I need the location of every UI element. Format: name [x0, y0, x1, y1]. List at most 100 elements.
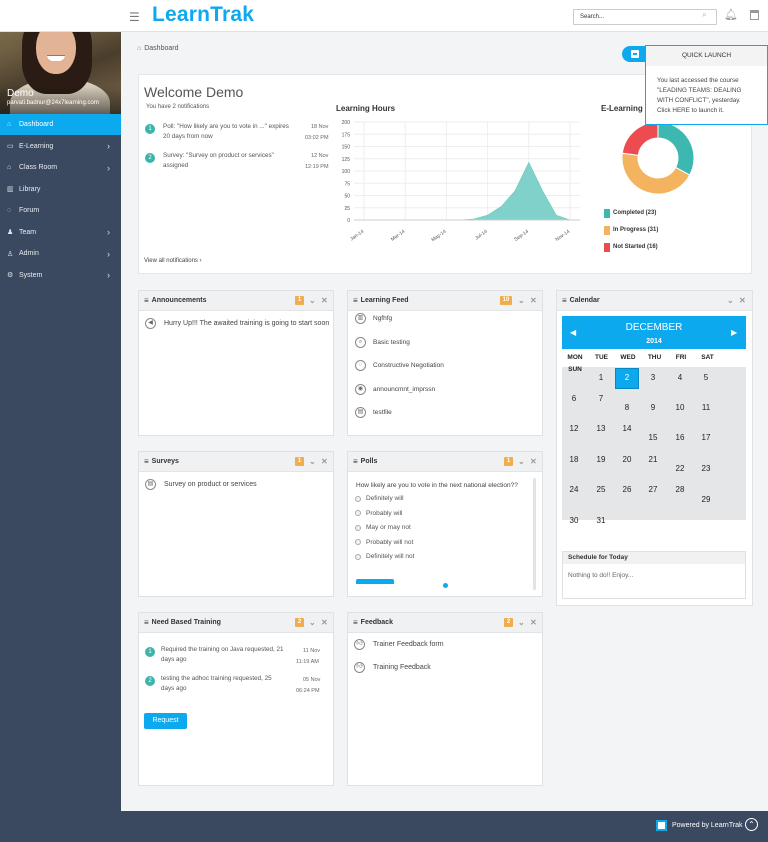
calendar-date[interactable]: 24 — [561, 485, 587, 494]
poll-option[interactable]: May or may not — [355, 524, 411, 531]
feed-item[interactable]: Ngfhfg — [373, 315, 392, 322]
poll-option[interactable]: Probably will not — [355, 539, 413, 546]
radio-button[interactable] — [355, 539, 361, 545]
feedback-item[interactable]: Trainer Feedback form — [373, 641, 444, 648]
calendar-date[interactable]: 4 — [667, 373, 693, 382]
drag-handle-icon[interactable]: ≡ — [353, 457, 358, 466]
donut-slice-not-started[interactable] — [621, 121, 659, 156]
feed-item[interactable]: testfile — [373, 409, 392, 416]
training-text[interactable]: testing the adhoc training requested, 25 — [161, 675, 272, 682]
calendar-date[interactable]: 23 — [693, 464, 719, 473]
calendar-date[interactable]: 18 — [561, 455, 587, 464]
calendar-date[interactable]: 30 — [561, 516, 587, 525]
notification-text[interactable]: Poll: "How likely are you to vote in ...… — [163, 123, 289, 130]
drag-handle-icon[interactable]: ≡ — [562, 296, 567, 305]
feed-item[interactable]: announcmnt_imprssn — [373, 386, 435, 393]
collapse-icon[interactable]: ⌄ — [309, 618, 316, 627]
sidebar-item-class-room[interactable]: ⌂ Class Room › — [0, 157, 121, 178]
collapse-icon[interactable]: ⌄ — [727, 296, 734, 305]
calendar-date[interactable]: 8 — [614, 403, 640, 412]
sidebar-item-library[interactable]: ▥ Library — [0, 179, 121, 200]
calendar-date[interactable]: 22 — [667, 464, 693, 473]
calendar-date[interactable]: 17 — [693, 433, 719, 442]
breadcrumb-dashboard[interactable]: Dashboard — [144, 45, 178, 52]
brand-logo[interactable]: LearnTrak — [152, 3, 254, 27]
calendar-date[interactable]: 3 — [640, 373, 666, 382]
announcement-item[interactable]: Hurry Up!!! The awaited training is goin… — [164, 320, 329, 327]
calendar-date[interactable]: 26 — [614, 485, 640, 494]
close-icon[interactable]: ✕ — [530, 296, 537, 305]
poll-scrollbar[interactable] — [533, 478, 536, 590]
calendar-date[interactable]: 7 — [588, 394, 614, 403]
drag-handle-icon[interactable]: ≡ — [144, 296, 149, 305]
poll-vote-button[interactable] — [356, 579, 394, 584]
search-input[interactable]: Search... — [573, 9, 717, 25]
calendar-date[interactable]: 14 — [614, 424, 640, 433]
calendar-date[interactable]: 21 — [640, 455, 666, 464]
calendar-date[interactable]: 29 — [693, 495, 719, 504]
home-icon[interactable]: ⌂ — [137, 45, 141, 52]
calendar-date[interactable]: 12 — [561, 424, 587, 433]
calendar-date[interactable]: 11 — [693, 403, 719, 412]
poll-option[interactable]: Probably will — [355, 510, 403, 517]
calendar-date[interactable]: 5 — [693, 373, 719, 382]
feedback-item[interactable]: Training Feedback — [373, 664, 431, 671]
drag-handle-icon[interactable]: ≡ — [353, 618, 358, 627]
calendar-date[interactable]: 31 — [588, 516, 614, 525]
quick-launch-line[interactable]: WITH CONFLICT", yesterday. — [657, 96, 741, 106]
feed-item[interactable]: Constructive Negotiation — [373, 362, 444, 369]
calendar-date[interactable]: 19 — [588, 455, 614, 464]
search-icon[interactable]: ⌕ — [702, 9, 707, 20]
calendar-date[interactable]: 28 — [667, 485, 693, 494]
donut-slice-completed[interactable] — [657, 121, 695, 176]
radio-button[interactable] — [355, 495, 361, 502]
collapse-icon[interactable]: ⌄ — [518, 296, 525, 305]
powered-by-text[interactable]: Powered by LearnTrak — [672, 822, 743, 829]
close-icon[interactable]: ✕ — [739, 296, 746, 305]
quick-launch-toggle[interactable] — [622, 46, 646, 62]
collapse-icon[interactable]: ⌄ — [518, 618, 525, 627]
sidebar-item-forum[interactable]: ◌ Forum — [0, 200, 121, 221]
view-all-notifications-link[interactable]: View all notifications › — [144, 258, 202, 264]
calendar-date[interactable]: 6 — [561, 394, 587, 403]
radio-button[interactable] — [355, 553, 361, 560]
collapse-icon[interactable]: ⌄ — [309, 296, 316, 305]
poll-option[interactable]: Definitely will not — [355, 553, 414, 560]
calendar-date[interactable]: 1 — [588, 373, 614, 382]
notification-text-2[interactable]: 20 days from now — [163, 133, 213, 140]
calendar-date[interactable]: 2 — [614, 373, 640, 382]
feed-item[interactable]: Basic testing — [373, 339, 410, 346]
calendar-date[interactable]: 27 — [640, 485, 666, 494]
drag-handle-icon[interactable]: ≡ — [144, 618, 149, 627]
radio-button[interactable] — [355, 510, 361, 516]
quick-launch-line[interactable]: "LEADING TEAMS: DEALING — [657, 86, 741, 96]
collapse-icon[interactable]: ⌄ — [518, 457, 525, 466]
bell-icon[interactable]: 🔔︎ — [724, 8, 738, 21]
calendar-date[interactable]: 20 — [614, 455, 640, 464]
scroll-top-icon[interactable]: ⌃ — [745, 818, 758, 831]
notification-text[interactable]: Survey: "Survey on product or services" — [163, 152, 274, 159]
drag-handle-icon[interactable]: ≡ — [144, 457, 149, 466]
training-text[interactable]: Required the training on Java requested,… — [161, 646, 284, 653]
calendar-icon[interactable] — [750, 10, 759, 20]
sidebar-item-dashboard[interactable]: ⌂ Dashboard — [0, 114, 121, 135]
collapse-icon[interactable]: ⌄ — [309, 457, 316, 466]
close-icon[interactable]: ✕ — [530, 457, 537, 466]
close-icon[interactable]: ✕ — [321, 296, 328, 305]
calendar-date[interactable]: 9 — [640, 403, 666, 412]
calendar-date[interactable]: 16 — [667, 433, 693, 442]
notification-text-2[interactable]: assigned — [163, 162, 188, 169]
training-text-2[interactable]: days ago — [161, 656, 187, 663]
sidebar-item-system[interactable]: ⚙ System › — [0, 265, 121, 286]
request-button[interactable]: Request — [144, 713, 187, 729]
poll-pager-dot[interactable] — [443, 583, 448, 588]
poll-option[interactable]: Definitely will — [355, 495, 404, 502]
sidebar-item-team[interactable]: ♟ Team › — [0, 222, 121, 243]
close-icon[interactable]: ✕ — [321, 618, 328, 627]
radio-button[interactable] — [355, 524, 361, 531]
training-text-2[interactable]: days ago — [161, 685, 187, 692]
menu-toggle-icon[interactable]: ☰ — [129, 10, 140, 24]
calendar-date[interactable]: 15 — [640, 433, 666, 442]
calendar-date[interactable]: 10 — [667, 403, 693, 412]
sidebar-item-e-learning[interactable]: ▭ E-Learning › — [0, 136, 121, 157]
